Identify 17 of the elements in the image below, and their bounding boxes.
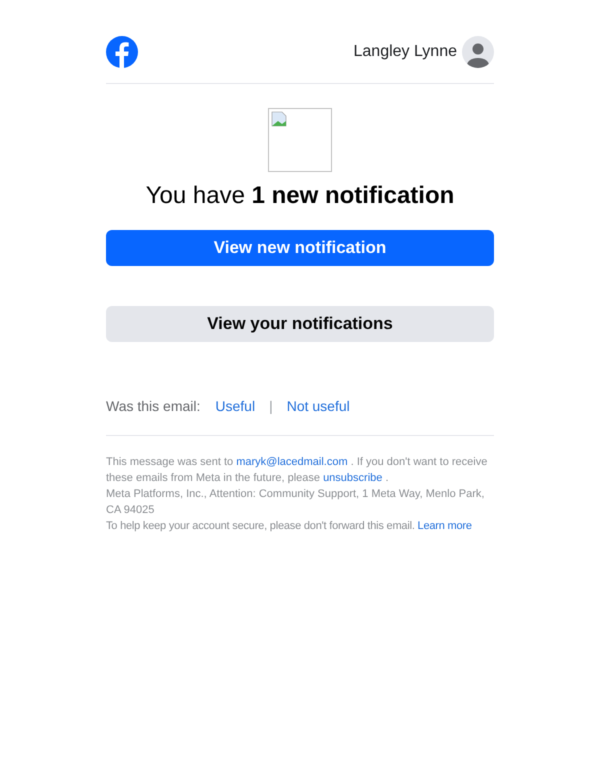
unsubscribe-link[interactable]: unsubscribe xyxy=(323,472,382,484)
address-text: Meta Platforms, Inc., Attention: Community Support, 1 Meta Way, Menlo Park, CA 94025 xyxy=(106,487,486,518)
feedback-link[interactable]: Useful xyxy=(215,396,256,417)
feedback-link[interactable]: Not useful xyxy=(286,396,350,417)
view-notifications-button[interactable]: View your notifications xyxy=(106,306,494,342)
user-name: Langley Lynne xyxy=(354,42,457,62)
learn-more-link[interactable]: Learn more xyxy=(418,520,472,532)
separator: | xyxy=(269,397,273,416)
email-link[interactable]: maryk@lacedmail.com xyxy=(236,456,348,468)
feedback-question: Was this email: xyxy=(106,397,200,416)
view-new-notification-button[interactable]: View new notification xyxy=(106,230,494,266)
avatar-icon xyxy=(462,36,494,68)
security-text: To help keep your account secure, please don't forward this email. Learn more xyxy=(106,519,473,534)
headline: You have 1 new notification xyxy=(144,181,456,211)
footer-text: This message was sent to maryk@lacedmail.com . If you don't want to receive these emails from Meta in the future, please unsubscribe . xyxy=(106,455,488,486)
facebook-logo xyxy=(106,36,138,68)
broken-image-icon xyxy=(268,108,332,172)
